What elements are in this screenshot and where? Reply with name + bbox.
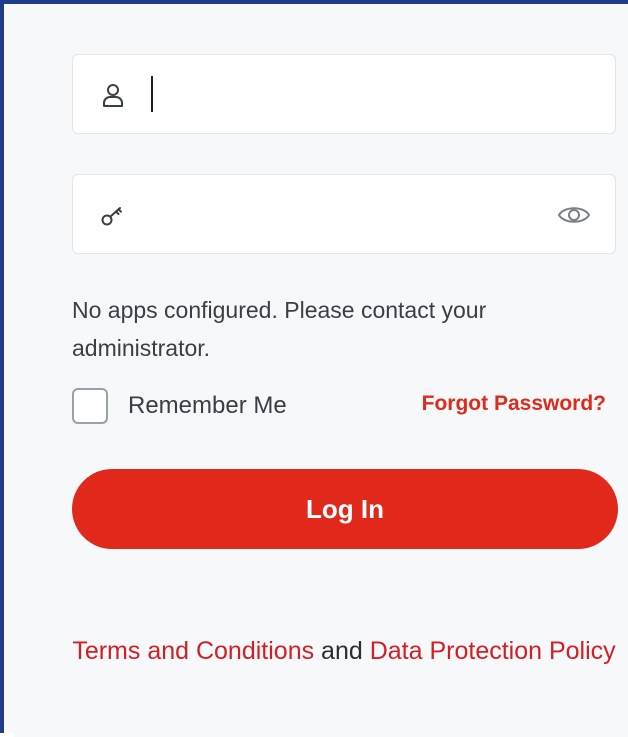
eye-icon[interactable] <box>557 199 591 231</box>
login-panel: No apps configured. Please contact your … <box>14 8 628 737</box>
footer-links: Terms and Conditions and Data Protection… <box>44 632 628 670</box>
password-field[interactable] <box>72 174 616 254</box>
text-caret <box>151 76 153 112</box>
data-protection-policy-link[interactable]: Data Protection Policy <box>370 637 616 665</box>
remember-me[interactable]: Remember Me <box>72 386 287 426</box>
user-icon <box>103 84 123 107</box>
status-message: No apps configured. Please contact your … <box>72 297 487 361</box>
forgot-password-link[interactable]: Forgot Password? <box>422 392 606 416</box>
window-frame: No apps configured. Please contact your … <box>0 0 628 737</box>
remember-me-checkbox[interactable] <box>72 388 108 424</box>
password-input[interactable] <box>151 175 561 253</box>
key-icon <box>101 207 122 226</box>
username-input[interactable] <box>151 55 561 133</box>
footer-and-text: and <box>314 637 370 665</box>
username-field[interactable] <box>72 54 616 134</box>
terms-link[interactable]: Terms and Conditions <box>72 637 314 665</box>
remember-me-label: Remember Me <box>128 392 287 419</box>
login-button[interactable]: Log In <box>72 469 618 549</box>
